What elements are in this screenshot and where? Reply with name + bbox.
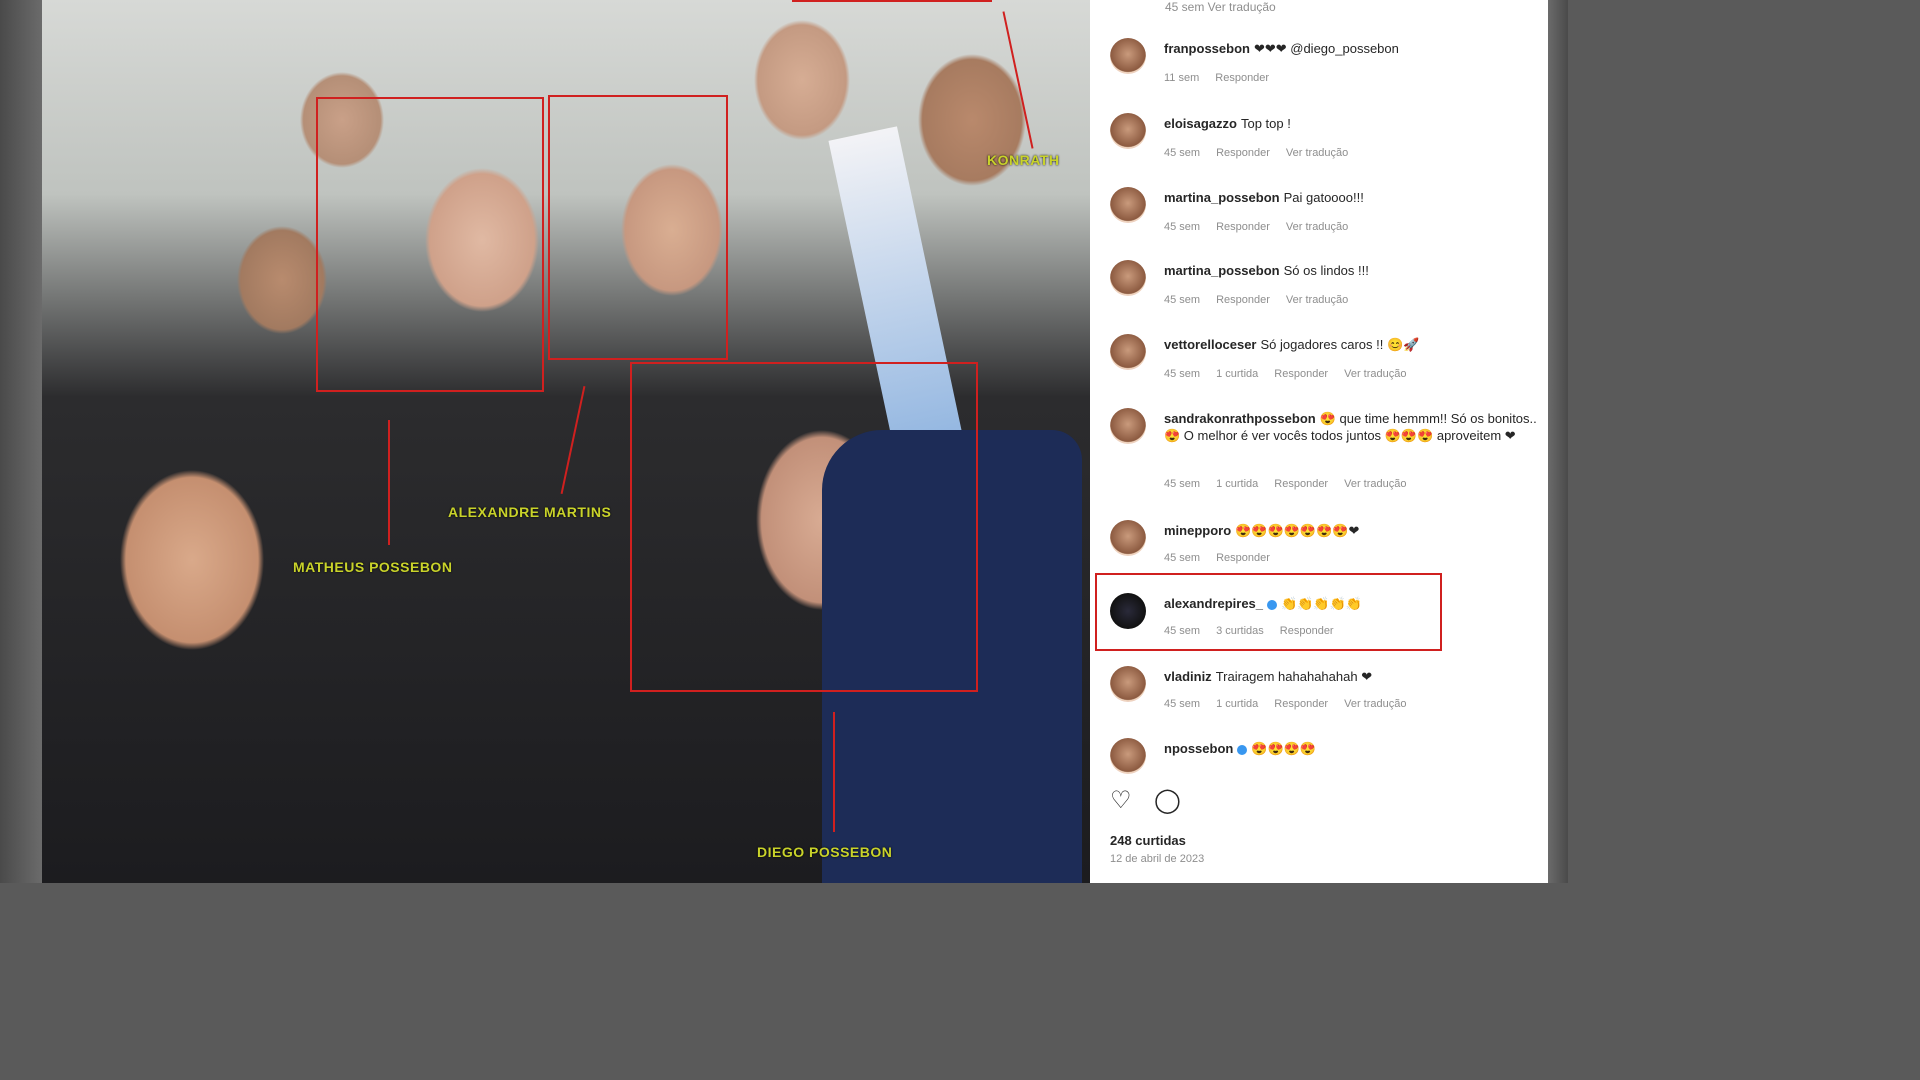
verified-badge-icon: [1237, 744, 1248, 755]
avatar[interactable]: [1110, 187, 1146, 223]
translate-link[interactable]: Ver tradução: [1286, 294, 1348, 306]
avatar[interactable]: [1110, 38, 1146, 74]
comments-panel: 45 sem Ver tradução franpossebon ❤❤❤ @die…: [1090, 0, 1548, 883]
right-border: [1548, 0, 1568, 883]
left-border: [0, 0, 42, 883]
avatar[interactable]: [1110, 334, 1146, 370]
like-count[interactable]: 1 curtida: [1216, 368, 1258, 380]
top-meta: 45 sem Ver tradução: [1165, 0, 1276, 14]
translate-link[interactable]: Ver tradução: [1344, 368, 1406, 380]
comment-time: 45 sem: [1164, 552, 1201, 564]
avatar[interactable]: [1110, 666, 1146, 702]
comment-body: ❤❤❤ @diego_possebon: [1253, 41, 1399, 56]
comment-time: 45 sem: [1164, 221, 1201, 233]
heart-icon[interactable]: ♡: [1110, 786, 1132, 815]
translate-link[interactable]: Ver tradução: [1344, 698, 1406, 710]
translate-link[interactable]: Ver tradução: [1286, 147, 1348, 159]
comment-body: Top top !: [1240, 116, 1291, 131]
comment-body: 😍😍😍😍😍😍😍❤: [1235, 523, 1360, 538]
post-date: 12 de abril de 2023: [1110, 853, 1205, 865]
post-photo: MATHEUS POSSEBON ALEXANDRE MARTINS DIEGO…: [42, 0, 1090, 883]
reply-link[interactable]: Responder: [1274, 478, 1328, 490]
reply-link[interactable]: Responder: [1216, 294, 1270, 306]
label-alexandre: ALEXANDRE MARTINS: [448, 504, 612, 520]
avatar[interactable]: [1110, 738, 1146, 774]
comment-user[interactable]: npossebon: [1164, 741, 1233, 756]
comment-icon[interactable]: ◯: [1154, 786, 1181, 815]
comment-time: 11 sem: [1164, 72, 1200, 84]
reply-link[interactable]: Responder: [1274, 698, 1328, 710]
arrow-konrath: [1002, 11, 1034, 149]
label-matheus: MATHEUS POSSEBON: [293, 559, 453, 575]
reply-link[interactable]: Responder: [1216, 552, 1270, 564]
like-count[interactable]: 1 curtida: [1216, 478, 1258, 490]
likes-count[interactable]: 248 curtidas: [1110, 833, 1186, 848]
comment-time: 45 sem: [1164, 147, 1201, 159]
comment-user[interactable]: vettorelloceser: [1164, 337, 1257, 352]
comment-body: Só os lindos !!!: [1283, 263, 1369, 278]
comment-user[interactable]: minepporo: [1164, 523, 1231, 538]
comment-body: Só jogadores caros !! 😊🚀: [1260, 337, 1420, 352]
arrow-alexandre: [560, 385, 586, 495]
post-actions: ♡ ◯: [1110, 786, 1199, 815]
face-box-alexandre: [548, 95, 728, 360]
comment-user[interactable]: vladiniz: [1164, 669, 1212, 684]
comment-user[interactable]: sandrakonrathpossebon: [1164, 411, 1316, 426]
translate-link[interactable]: Ver tradução: [1344, 478, 1406, 490]
avatar[interactable]: [1110, 260, 1146, 296]
avatar[interactable]: [1110, 520, 1146, 556]
translate-link[interactable]: Ver tradução: [1286, 221, 1348, 233]
comment-body: Trairagem hahahahahah ❤: [1215, 669, 1373, 684]
avatar[interactable]: [1110, 408, 1146, 444]
avatar[interactable]: [1110, 113, 1146, 149]
face-box-matheus: [316, 97, 544, 392]
comment-user[interactable]: martina_possebon: [1164, 263, 1280, 278]
like-count[interactable]: 1 curtida: [1216, 698, 1258, 710]
reply-link[interactable]: Responder: [1216, 221, 1270, 233]
comment-time: 45 sem: [1164, 368, 1201, 380]
label-diego: DIEGO POSSEBON: [757, 844, 893, 860]
highlight-box: [1095, 573, 1442, 651]
comment-user[interactable]: franpossebon: [1164, 41, 1250, 56]
comment-time: 45 sem: [1164, 478, 1201, 490]
comment-body: Pai gatoooo!!!: [1283, 190, 1364, 205]
comment-time: 45 sem: [1164, 294, 1201, 306]
arrow-matheus: [388, 420, 390, 545]
face-box-diego: [630, 362, 978, 692]
top-box: [792, 0, 992, 2]
comment-time: 45 sem: [1164, 698, 1201, 710]
reply-link[interactable]: Responder: [1274, 368, 1328, 380]
label-konrath: KONRATH: [987, 152, 1060, 168]
arrow-diego: [833, 712, 835, 832]
comment-body: 😍😍😍😍: [1251, 741, 1317, 756]
comment-user[interactable]: martina_possebon: [1164, 190, 1280, 205]
reply-link[interactable]: Responder: [1216, 147, 1270, 159]
reply-link[interactable]: Responder: [1215, 72, 1269, 84]
comment-user[interactable]: eloisagazzo: [1164, 116, 1237, 131]
